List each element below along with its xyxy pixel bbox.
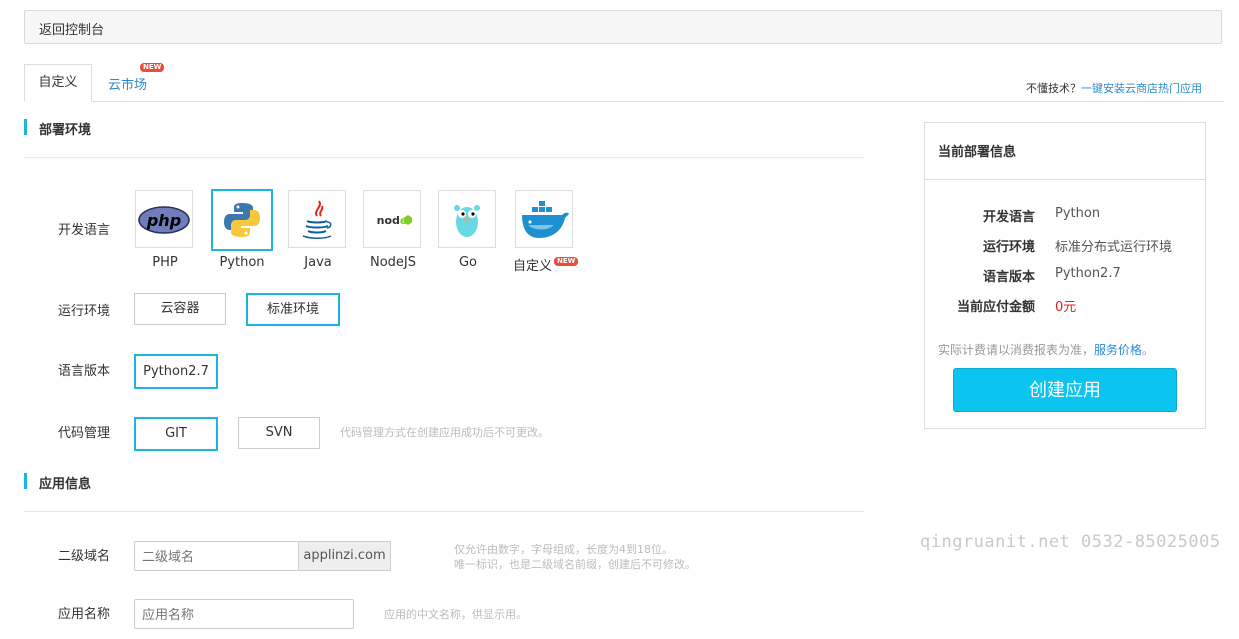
billing-note: 实际计费请以消费报表为准，服务价格。 <box>938 341 1154 358</box>
subdomain-input[interactable] <box>134 541 299 571</box>
subdomain-hint-rule: 仅允许由数字，字母组成，长度为4到18位。 <box>454 543 673 556</box>
summary-title: 当前部署信息 <box>938 145 1017 160</box>
summary-value-price: 0元 <box>1055 300 1077 315</box>
install-hot-apps-link[interactable]: 一键安装云商店热门应用 <box>1081 82 1202 95</box>
summary-value-runtime: 标准分布式运行环境 <box>1055 240 1173 255</box>
php-icon: php <box>138 206 190 234</box>
section-accent-bar <box>24 119 27 135</box>
lang-name-custom: 自定义 <box>513 255 552 274</box>
code-option-svn[interactable]: SVN <box>238 417 320 449</box>
lang-option-java[interactable] <box>288 190 346 248</box>
section-title-deploy: 部署环境 <box>39 123 92 138</box>
create-app-button[interactable]: 创建应用 <box>953 368 1177 412</box>
subdomain-hint-unique: 唯一标识，也是二级域名前缀，创建后不可修改。 <box>454 558 696 571</box>
lang-option-nodejs[interactable]: node <box>363 190 421 248</box>
language-version-label: 语言版本 <box>58 364 111 379</box>
summary-key-price: 当前应付金额 <box>956 300 1035 315</box>
tab-custom[interactable]: 自定义 <box>24 64 92 102</box>
version-option-python27[interactable]: Python2.7 <box>134 354 218 389</box>
java-icon <box>302 200 332 239</box>
summary-value-version: Python2.7 <box>1055 266 1121 281</box>
back-to-console-bar[interactable]: 返回控制台 <box>24 10 1222 44</box>
app-name-input[interactable] <box>134 599 354 629</box>
tab-divider <box>24 101 1224 102</box>
summary-key-runtime: 运行环境 <box>982 240 1035 255</box>
custom-new-badge: NEW <box>554 257 579 266</box>
subdomain-suffix: applinzi.com <box>299 541 391 571</box>
lang-name-go: Go <box>458 255 478 270</box>
summary-key-version: 语言版本 <box>982 270 1035 285</box>
summary-header: 当前部署信息 <box>925 123 1205 180</box>
lang-name-custom-label: 自定义 <box>513 259 553 274</box>
code-option-git[interactable]: GIT <box>134 417 218 451</box>
service-price-link[interactable]: 服务价格 <box>1094 343 1142 357</box>
install-hint-text: 不懂技术？ <box>1026 82 1081 95</box>
lang-option-custom[interactable] <box>515 190 573 248</box>
subdomain-label: 二级域名 <box>58 549 111 564</box>
lang-name-nodejs: NodeJS <box>369 255 416 270</box>
nodejs-icon: node <box>377 214 412 227</box>
svg-text:node: node <box>377 214 408 227</box>
docker-icon <box>522 201 569 238</box>
runtime-label: 运行环境 <box>58 304 111 319</box>
tab-cloud-market[interactable]: 云市场 <box>108 74 147 93</box>
lang-name-java: Java <box>304 255 332 270</box>
watermark-text: qingruanit.net 0532-85025005 <box>920 532 1221 552</box>
section-accent-bar <box>24 473 27 489</box>
app-name-label: 应用名称 <box>58 607 111 622</box>
billing-note-end: 。 <box>1142 343 1155 357</box>
code-management-hint: 代码管理方式在创建应用成功后不可更改。 <box>340 426 549 439</box>
new-badge: NEW <box>140 63 165 72</box>
billing-note-text: 实际计费请以消费报表为准， <box>938 343 1095 357</box>
runtime-option-standard[interactable]: 标准环境 <box>246 293 340 326</box>
lang-option-php[interactable]: php <box>135 190 193 248</box>
lang-option-go[interactable] <box>438 190 496 248</box>
back-to-console-link[interactable]: 返回控制台 <box>39 19 104 38</box>
deploy-summary-panel: 当前部署信息 开发语言 Python 运行环境 标准分布式运行环境 语言版本 P… <box>924 122 1206 429</box>
dev-language-label: 开发语言 <box>58 223 111 238</box>
tab-cloud-market-label: 云市场 <box>108 78 148 93</box>
lang-name-python: Python <box>219 255 265 270</box>
section-divider <box>24 157 864 158</box>
lang-option-python[interactable] <box>211 189 273 251</box>
install-hint: 不懂技术？一键安装云商店热门应用 <box>1026 80 1202 96</box>
code-management-label: 代码管理 <box>58 426 111 441</box>
lang-name-php: PHP <box>152 255 178 270</box>
section-divider <box>24 511 864 512</box>
go-gopher-icon <box>454 205 480 237</box>
app-name-hint: 应用的中文名称，供显示用。 <box>384 608 527 621</box>
summary-key-language: 开发语言 <box>982 210 1035 225</box>
python-icon <box>224 203 260 237</box>
svg-text:php: php <box>146 211 181 230</box>
runtime-option-container[interactable]: 云容器 <box>134 293 226 325</box>
section-title-app-info: 应用信息 <box>39 477 92 492</box>
summary-value-language: Python <box>1055 206 1101 221</box>
